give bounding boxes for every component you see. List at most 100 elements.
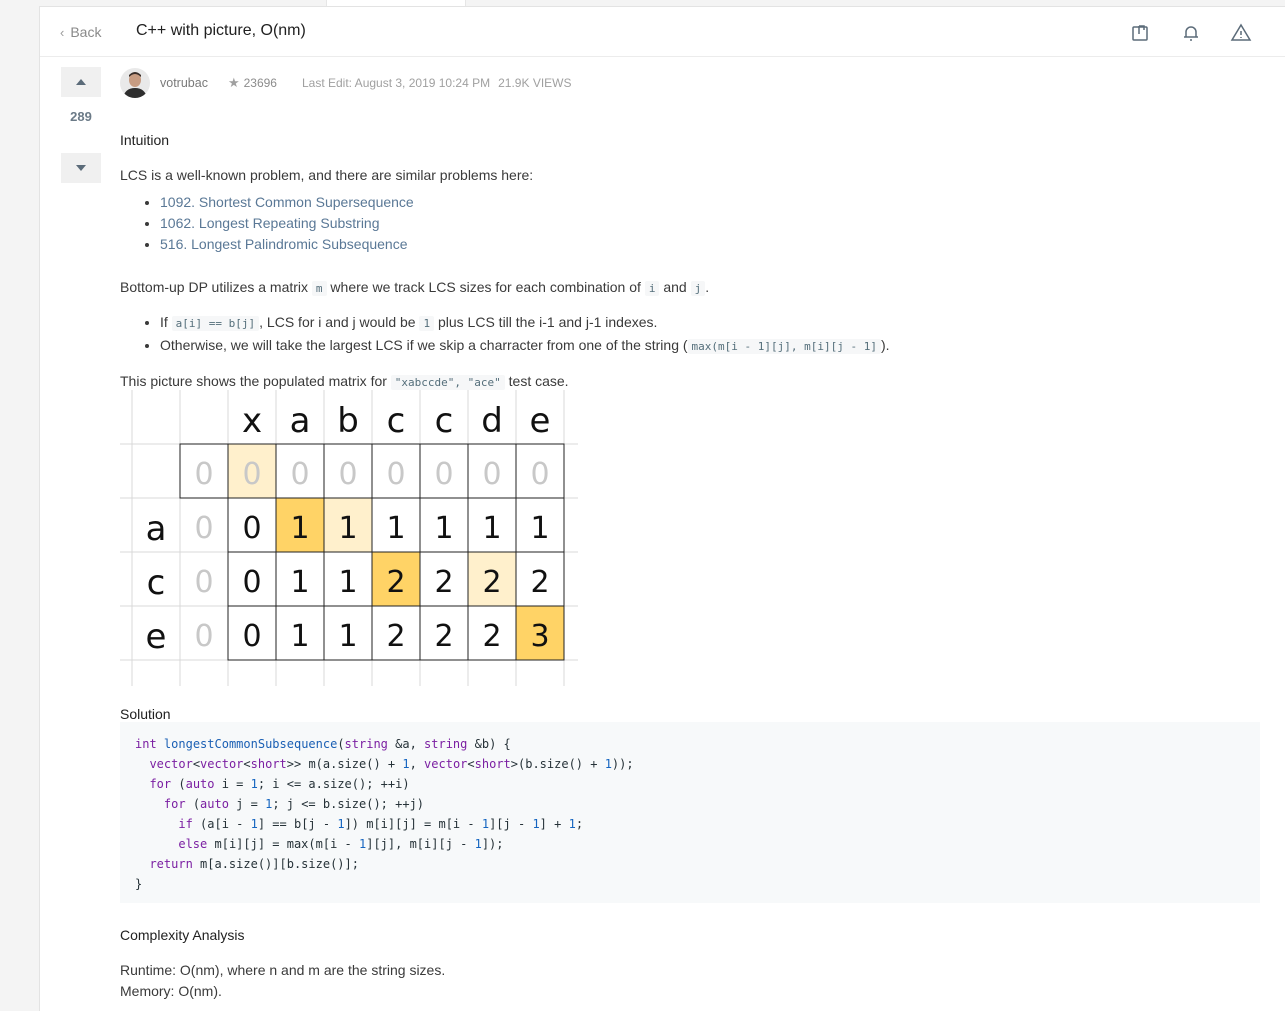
code-line: int longestCommonSubsequence(string &a, … — [135, 737, 511, 751]
upvote-button[interactable] — [61, 67, 101, 97]
matrix-cell-value: 2 — [482, 619, 501, 654]
text-span: If — [160, 314, 172, 330]
code-line: for (auto i = 1; i <= a.size(); ++i) — [149, 777, 410, 791]
text-span: . — [705, 279, 710, 295]
matrix-cell-value: 1 — [338, 565, 357, 600]
matrix-cell-value: 0 — [338, 457, 357, 492]
matrix-row-header: e — [146, 617, 167, 657]
matrix-cell-value: 0 — [242, 511, 261, 546]
matrix-col-header: c — [387, 401, 406, 441]
inline-code: max(m[i - 1][j], m[i][j - 1] — [687, 339, 881, 354]
intro-text: LCS is a well-known problem, and there a… — [120, 167, 534, 183]
text-span: Otherwise, we will take the largest LCS … — [160, 337, 688, 353]
author-name[interactable]: votrubac — [160, 76, 208, 90]
text-span: test case. — [504, 373, 569, 389]
matrix-cell-value: 1 — [482, 511, 501, 546]
list-item: 1092. Shortest Common Supersequence — [160, 192, 414, 213]
matrix-cell-value: 0 — [194, 511, 213, 546]
matrix-cell-value: 2 — [386, 619, 405, 654]
text-span: where we track LCS sizes for each combin… — [326, 279, 645, 295]
text-span: and — [659, 279, 691, 295]
inline-code: i — [644, 281, 660, 296]
matrix-cell-value: 2 — [434, 619, 453, 654]
matrix-cell-value: 1 — [338, 511, 357, 546]
code-line: return m[a.size()][b.size()]; — [149, 857, 359, 871]
matrix-cell-value: 1 — [290, 565, 309, 600]
dp-rules-list: If a[i] == b[j], LCS for i and j would b… — [160, 311, 890, 357]
matrix-col-header: c — [435, 401, 454, 441]
inline-code: "xabccde", "ace" — [390, 375, 505, 390]
post-header: ‹ Back C++ with picture, O(nm) — [40, 7, 1285, 57]
matrix-cell-value: 2 — [434, 565, 453, 600]
picture-caption: This picture shows the populated matrix … — [120, 373, 569, 390]
matrix-cell-value: 0 — [242, 619, 261, 654]
code-line: if (a[i - 1] == b[j - 1]) m[i][j] = m[i … — [178, 817, 584, 831]
matrix-col-header: e — [530, 401, 551, 441]
related-problem-link[interactable]: 516. Longest Palindromic Subsequence — [160, 236, 408, 252]
lcs-matrix-figure: x a b c c d eace0 0 0 0 0 0 0 00 0 1 1 1 1 1 10 0 1 1 2 2 2 20 0 1 1 2 2… — [120, 390, 578, 686]
matrix-row-header: c — [147, 563, 166, 603]
runtime-text: Runtime: O(nm), where n and m are the st… — [120, 962, 446, 978]
matrix-cell-value: 0 — [290, 457, 309, 492]
matrix-cell-value: 0 — [242, 457, 261, 492]
matrix-cell-value: 0 — [194, 565, 213, 600]
matrix-cell-value: 1 — [386, 511, 405, 546]
code-line: else m[i][j] = max(m[i - 1][j], m[i][j -… — [178, 837, 504, 851]
text-span: plus LCS till the i-1 and j-1 indexes. — [434, 314, 658, 330]
bell-icon[interactable] — [1180, 22, 1202, 44]
related-problems-list: 1092. Shortest Common Supersequence 1062… — [160, 192, 414, 255]
matrix-cell-value: 1 — [290, 619, 309, 654]
code-line: vector<vector<short>> m(a.size() + 1, ve… — [149, 757, 634, 771]
text-span: , LCS for i and j would be — [259, 314, 420, 330]
matrix-cell-value: 0 — [530, 457, 549, 492]
intuition-heading: Intuition — [120, 132, 170, 148]
text-span: This picture shows the populated matrix … — [120, 373, 391, 389]
matrix-cell-value: 2 — [482, 565, 501, 600]
list-item: If a[i] == b[j], LCS for i and j would b… — [160, 311, 890, 334]
memory-text: Memory: O(nm). — [120, 983, 222, 999]
matrix-col-header: x — [242, 401, 262, 441]
matrix-cell-value: 0 — [482, 457, 501, 492]
matrix-col-header: b — [337, 401, 359, 441]
matrix-cell-value: 2 — [386, 565, 405, 600]
solution-heading: Solution — [120, 706, 171, 722]
back-button[interactable]: ‹ Back — [60, 24, 101, 40]
post-panel: ‹ Back C++ with picture, O(nm) 289 votru… — [39, 6, 1285, 1011]
code-line: for (auto j = 1; j <= b.size(); ++j) — [163, 797, 425, 811]
share-icon[interactable] — [1130, 22, 1152, 44]
text-span: Bottom-up DP utilizes a matrix — [120, 279, 312, 295]
code-line: } — [135, 877, 143, 891]
matrix-cell-value: 0 — [434, 457, 453, 492]
matrix-cell-value: 0 — [386, 457, 405, 492]
star-icon: ★ — [227, 75, 240, 90]
solution-code-block: int longestCommonSubsequence(string &a, … — [120, 722, 1260, 903]
matrix-cell-value: 0 — [242, 565, 261, 600]
dp-description: Bottom-up DP utilizes a matrix m where w… — [120, 279, 710, 296]
matrix-cell-value: 1 — [338, 619, 357, 654]
matrix-cell-value: 2 — [530, 565, 549, 600]
list-item: 1062. Longest Repeating Substring — [160, 213, 414, 234]
warning-icon[interactable] — [1230, 22, 1252, 44]
upvote-icon — [76, 79, 86, 85]
list-item: Otherwise, we will take the largest LCS … — [160, 334, 890, 357]
matrix-cell-value: 0 — [194, 619, 213, 654]
related-problem-link[interactable]: 1062. Longest Repeating Substring — [160, 215, 380, 231]
vote-count: 289 — [70, 109, 92, 124]
post-meta: votrubac ★ 23696 Last Edit: August 3, 20… — [120, 67, 1270, 99]
related-problem-link[interactable]: 1092. Shortest Common Supersequence — [160, 194, 414, 210]
reputation: ★ 23696 — [228, 75, 277, 91]
text-span: ). — [880, 337, 890, 353]
avatar[interactable] — [120, 68, 150, 98]
matrix-cell-value: 1 — [530, 511, 549, 546]
inline-code: 1 — [419, 316, 435, 331]
back-label: Back — [70, 24, 102, 40]
downvote-icon — [76, 165, 86, 171]
matrix-col-header: a — [290, 401, 311, 441]
chevron-left-icon: ‹ — [60, 24, 65, 40]
reputation-value: 23696 — [243, 76, 277, 90]
vote-widget: 289 — [61, 67, 101, 183]
downvote-button[interactable] — [61, 153, 101, 183]
inline-code: j — [690, 281, 706, 296]
complexity-heading: Complexity Analysis — [120, 927, 245, 943]
post-content: votrubac ★ 23696 Last Edit: August 3, 20… — [120, 67, 1270, 999]
